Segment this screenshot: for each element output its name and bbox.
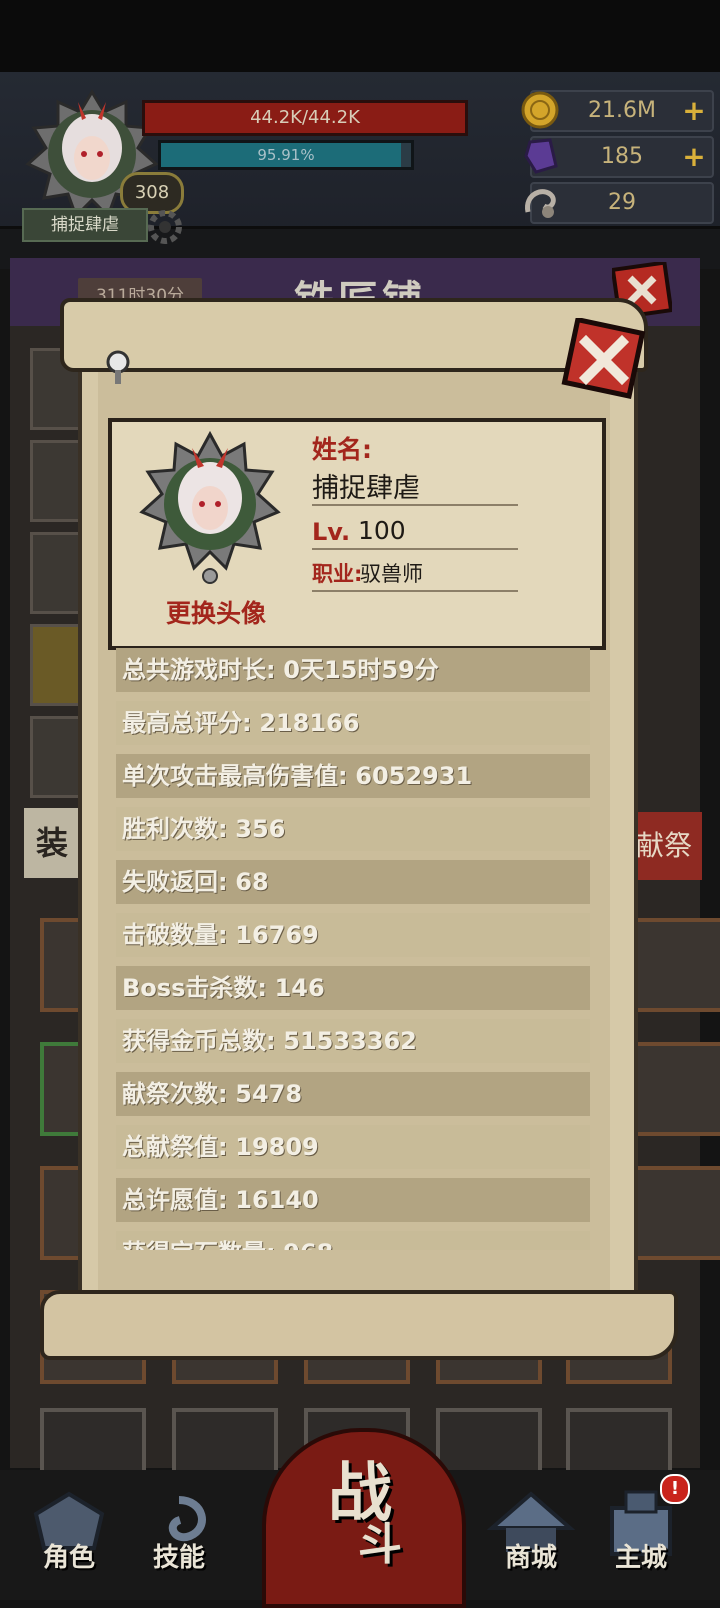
stat-value: 218166: [259, 709, 360, 737]
stat-value: 968: [283, 1239, 333, 1250]
stat-label: 总献祭值:: [122, 1133, 228, 1161]
stat-label: 总共游戏时长:: [122, 656, 276, 684]
job-value: 驭兽师: [360, 562, 423, 586]
xp-bar-text: 95.91%: [257, 146, 315, 164]
stat-row: 总许愿值: 16140: [116, 1178, 590, 1222]
stat-value: 16140: [235, 1186, 319, 1214]
gem-amount: 185: [601, 144, 643, 169]
tab-equip[interactable]: 装: [24, 808, 80, 878]
nav-shop[interactable]: 商城: [486, 1488, 576, 1588]
battle-label-sub: 斗: [358, 1519, 402, 1570]
player-name-tag: 捕捉肆虐: [22, 208, 148, 242]
currency-horn: 29: [525, 182, 714, 224]
stat-row: 获得宝石数量: 968: [116, 1231, 590, 1250]
stat-label: 获得宝石数量:: [122, 1239, 276, 1250]
purple-gem-icon: [520, 136, 560, 176]
stat-value: 146: [274, 974, 325, 1002]
stat-row: 献祭次数: 5478: [116, 1072, 590, 1116]
stat-value: 51533362: [283, 1027, 417, 1055]
stat-value: 356: [235, 815, 286, 843]
stat-label: 击破数量:: [122, 921, 228, 949]
horn-amount: 29: [608, 190, 636, 215]
name-label: 姓名:: [312, 435, 372, 464]
stat-value: 6052931: [355, 762, 473, 790]
close-button[interactable]: [560, 316, 648, 402]
pin-icon: [104, 350, 132, 388]
stat-value: 0天15时59分: [283, 656, 439, 684]
gold-coin-icon: [520, 90, 560, 130]
level-value: 100: [358, 516, 406, 545]
stat-row: 总献祭值: 19809: [116, 1125, 590, 1169]
stat-value: 16769: [235, 921, 319, 949]
ram-horn-icon: [520, 182, 560, 222]
nav-shop-label: 商城: [504, 1543, 557, 1573]
job-label: 职业:: [312, 562, 363, 586]
scroll-bottom-roll: [40, 1290, 678, 1360]
gear-icon[interactable]: [140, 202, 190, 252]
stat-label: 最高总评分:: [122, 709, 252, 737]
card-divider: [312, 548, 518, 550]
stats-list[interactable]: 总共游戏时长: 0天15时59分 最高总评分: 218166 单次攻击最高伤害值…: [116, 648, 590, 1250]
stat-label: 单次攻击最高伤害值:: [122, 762, 348, 790]
name-value: 捕捉肆虐: [312, 473, 420, 504]
currency-gem: 185 +: [524, 136, 714, 178]
stat-value: 19809: [235, 1133, 319, 1161]
change-avatar-button[interactable]: 更换头像: [150, 594, 282, 630]
currency-gold: 21.6M +: [521, 90, 714, 132]
nav-role-label: 角色: [42, 1543, 95, 1573]
card-divider: [312, 590, 518, 592]
stat-row: 总共游戏时长: 0天15时59分: [116, 648, 590, 692]
stat-row: Boss击杀数: 146: [116, 966, 590, 1010]
stat-row: 胜利次数: 356: [116, 807, 590, 851]
nav-role[interactable]: 角色: [24, 1488, 114, 1588]
stat-label: 失败返回:: [122, 868, 228, 896]
stat-label: 献祭次数:: [122, 1080, 228, 1108]
stat-row: 失败返回: 68: [116, 860, 590, 904]
stat-value: 68: [235, 868, 269, 896]
stat-value: 5478: [235, 1080, 303, 1108]
xp-bar: 95.91%: [158, 140, 414, 170]
hp-bar: 44.2K/44.2K: [142, 100, 468, 136]
add-gold-button[interactable]: +: [680, 92, 708, 130]
nav-skill-label: 技能: [152, 1543, 205, 1573]
level-label: Lv.: [312, 518, 351, 546]
stat-row: 单次攻击最高伤害值: 6052931: [116, 754, 590, 798]
gold-amount: 21.6M: [588, 98, 656, 123]
stat-label: 总许愿值:: [122, 1186, 228, 1214]
add-gem-button[interactable]: +: [680, 138, 708, 176]
card-divider: [312, 504, 518, 506]
stat-label: Boss击杀数:: [122, 974, 267, 1002]
nav-city-label: 主城: [614, 1543, 667, 1573]
nav-skill[interactable]: 技能: [134, 1488, 224, 1588]
status-bar: [0, 0, 720, 72]
stat-label: 胜利次数:: [122, 815, 228, 843]
stat-row: 获得金币总数: 51533362: [116, 1019, 590, 1063]
profile-avatar[interactable]: [136, 428, 284, 590]
city-alert-badge: !: [660, 1474, 690, 1504]
stat-label: 获得金币总数:: [122, 1027, 276, 1055]
stat-row: 击破数量: 16769: [116, 913, 590, 957]
stat-row: 最高总评分: 218166: [116, 701, 590, 745]
